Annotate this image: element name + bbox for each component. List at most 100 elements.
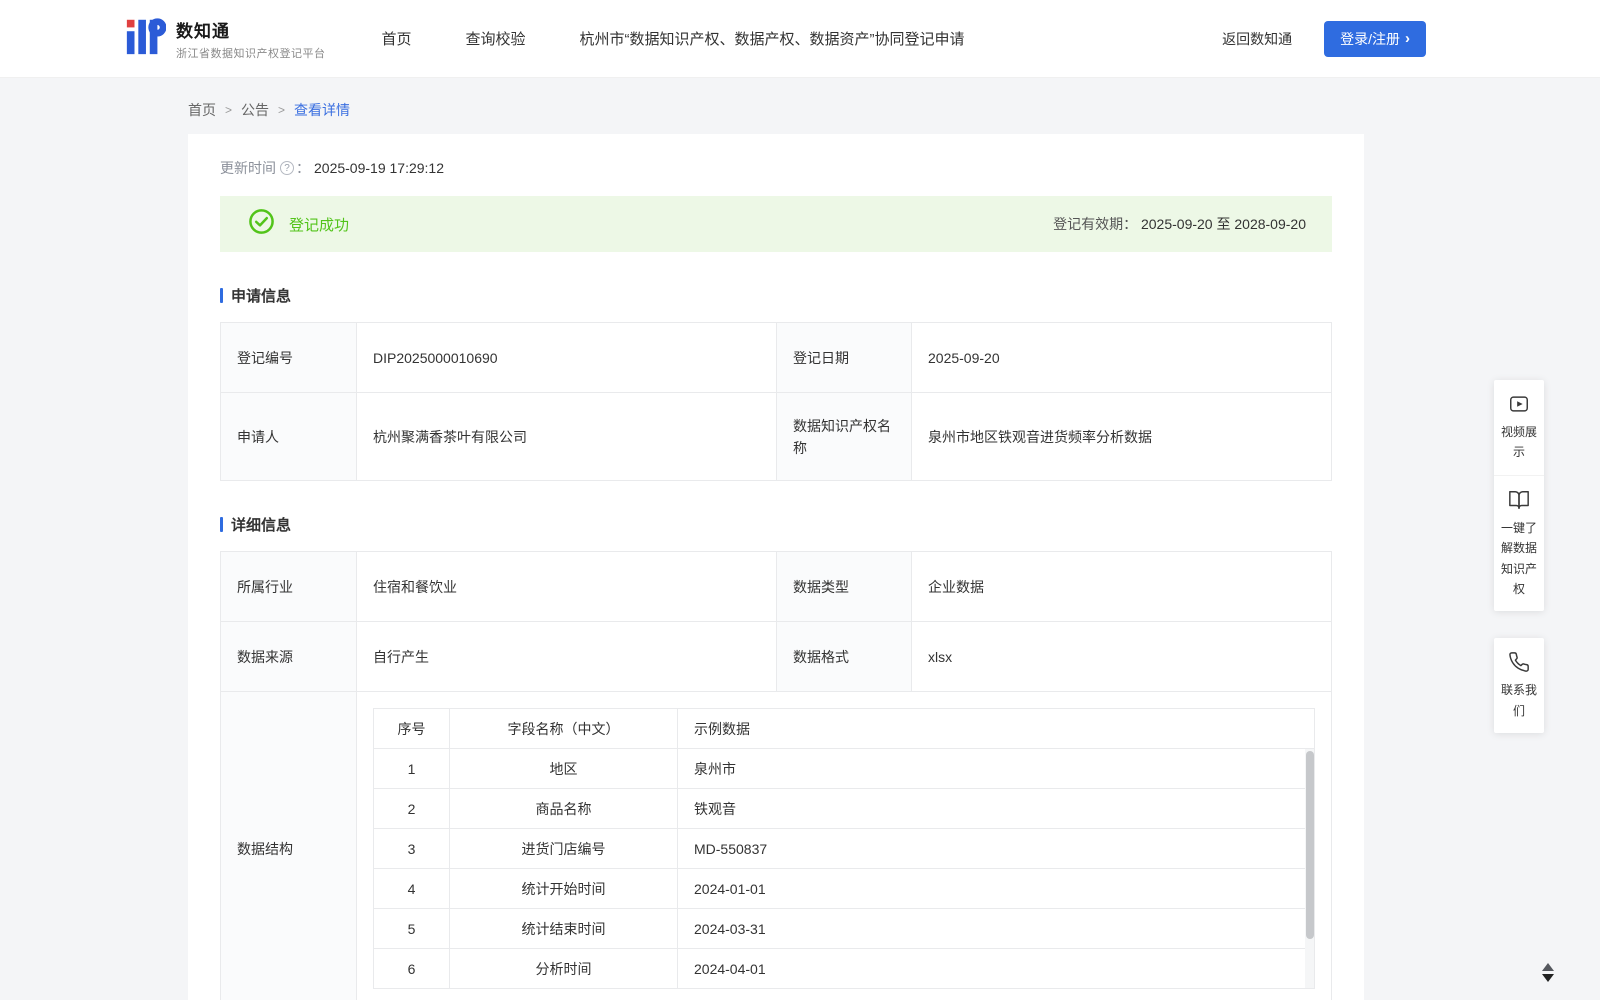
field-label: 所属行业 [220, 551, 357, 622]
breadcrumb-separator: > [278, 103, 286, 117]
field-label: 数据类型 [776, 551, 912, 622]
cell-sample: MD-550837 [677, 828, 1315, 869]
breadcrumb: 首页 > 公告 > 查看详情 [188, 100, 1600, 120]
section-title-text: 详细信息 [231, 517, 292, 534]
detail-info-table: 所属行业 住宿和餐饮业 数据类型 企业数据 数据来源 自行产生 数据格式 xls… [220, 551, 1332, 1000]
breadcrumb-current: 查看详情 [294, 102, 351, 118]
cell-index: 1 [373, 748, 450, 789]
field-label: 申请人 [220, 392, 357, 481]
cell-index: 2 [373, 788, 450, 829]
cell-sample: 2024-04-01 [677, 948, 1315, 989]
field-value: 企业数据 [911, 551, 1332, 622]
cell-sample: 2024-03-31 [677, 908, 1315, 949]
back-to-portal-link[interactable]: 返回数知通 [1222, 29, 1292, 49]
table-row: 1 地区 泉州市 [373, 748, 1315, 789]
section-title-text: 申请信息 [231, 288, 292, 305]
field-value: DIP2025000010690 [356, 322, 777, 393]
table-row: 4 统计开始时间 2024-01-01 [373, 868, 1315, 909]
field-label: 登记编号 [220, 322, 357, 393]
cell-field-name: 地区 [449, 748, 678, 789]
video-icon [1508, 393, 1530, 415]
page-scroll-widget [1542, 963, 1554, 982]
table-row: 5 统计结束时间 2024-03-31 [373, 908, 1315, 949]
table-row: 登记编号 DIP2025000010690 登记日期 2025-09-20 [220, 322, 1332, 393]
scrollbar-thumb[interactable] [1305, 751, 1314, 939]
table-row: 数据结构 序号 字段名称（中文） 示例数据 1 地区 泉州市 2 商品名称 铁观… [220, 691, 1332, 1000]
cell-sample: 2024-01-01 [677, 868, 1315, 909]
section-title-bar [220, 517, 223, 532]
application-info-table: 登记编号 DIP2025000010690 登记日期 2025-09-20 申请… [220, 322, 1332, 481]
table-row: 3 进货门店编号 MD-550837 [373, 828, 1315, 869]
table-row: 2 商品名称 铁观音 [373, 788, 1315, 829]
colon: ： [296, 160, 310, 176]
field-value: 自行产生 [356, 621, 777, 692]
section-title-bar [220, 288, 223, 303]
field-label: 登记日期 [776, 322, 912, 393]
help-question-icon[interactable] [280, 161, 294, 175]
field-label: 数据结构 [220, 691, 357, 1000]
table-header-row: 序号 字段名称（中文） 示例数据 [373, 708, 1315, 749]
chevron-right-icon: › [1405, 30, 1410, 47]
login-register-label: 登录/注册 [1340, 30, 1400, 47]
field-label: 数据格式 [776, 621, 912, 692]
cell-field-name: 分析时间 [449, 948, 678, 989]
column-header: 序号 [373, 708, 450, 749]
validity-period: 登记有效期： 2025-09-20 至 2028-09-20 [1053, 214, 1306, 234]
cell-field-name: 统计结束时间 [449, 908, 678, 949]
data-structure-table: 序号 字段名称（中文） 示例数据 1 地区 泉州市 2 商品名称 铁观音 3 进… [373, 708, 1315, 989]
table-row: 6 分析时间 2024-04-01 [373, 948, 1315, 989]
breadcrumb-announcements[interactable]: 公告 [241, 100, 269, 120]
login-register-button[interactable]: 登录/注册 › [1324, 20, 1426, 57]
success-check-icon [248, 208, 275, 240]
field-value: 泉州市地区铁观音进货频率分析数据 [911, 392, 1332, 481]
scroll-down-button[interactable] [1542, 974, 1554, 982]
main-nav: 首页 查询校验 杭州市“数据知识产权、数据产权、数据资产”协同登记申请 [382, 28, 965, 49]
table-row: 申请人 杭州聚满香茶叶有限公司 数据知识产权名称 泉州市地区铁观音进货频率分析数… [220, 392, 1332, 481]
scroll-up-button[interactable] [1542, 963, 1554, 971]
contact-us-button[interactable]: 联系我们 [1494, 638, 1544, 733]
site-logo[interactable]: 数知通 浙江省数据知识产权登记平台 [124, 15, 326, 62]
field-label: 数据知识产权名称 [776, 392, 912, 481]
logo-subtitle: 浙江省数据知识产权登记平台 [176, 47, 326, 60]
cell-field-name: 进货门店编号 [449, 828, 678, 869]
status-badge: 登记成功 [289, 216, 350, 234]
cell-index: 5 [373, 908, 450, 949]
field-value: 住宿和餐饮业 [356, 551, 777, 622]
float-item-label: 联系我们 [1500, 683, 1537, 718]
field-value: 杭州聚满香茶叶有限公司 [356, 392, 777, 481]
top-header: 数知通 浙江省数据知识产权登记平台 首页 查询校验 杭州市“数据知识产权、数据产… [0, 0, 1600, 78]
breadcrumb-separator: > [225, 103, 233, 117]
breadcrumb-home[interactable]: 首页 [188, 100, 216, 120]
floating-toolbar: 视频展示 一键了解数据知识产权 联系我们 [1494, 380, 1544, 734]
data-structure-cell: 序号 字段名称（中文） 示例数据 1 地区 泉州市 2 商品名称 铁观音 3 进… [356, 691, 1332, 1000]
update-time-row: 更新时间 ： 2025-09-19 17:29:12 [220, 158, 1332, 178]
section-title-details: 详细信息 [220, 514, 1332, 535]
video-showcase-button[interactable]: 视频展示 [1494, 380, 1544, 475]
cell-field-name: 统计开始时间 [449, 868, 678, 909]
logo-icon [124, 15, 167, 62]
field-value: xlsx [911, 621, 1332, 692]
float-item-label: 一键了解数据知识产权 [1500, 520, 1537, 596]
detail-card: 更新时间 ： 2025-09-19 17:29:12 登记成功 登记有效期： 2… [188, 134, 1364, 1000]
nav-item-query-verify[interactable]: 查询校验 [466, 28, 526, 49]
update-time-value: 2025-09-19 17:29:12 [314, 160, 444, 176]
section-title-application: 申请信息 [220, 285, 1332, 306]
phone-icon [1508, 651, 1530, 673]
data-structure-table-wrap: 序号 字段名称（中文） 示例数据 1 地区 泉州市 2 商品名称 铁观音 3 进… [373, 708, 1315, 989]
nav-item-hangzhou-registration[interactable]: 杭州市“数据知识产权、数据产权、数据资产”协同登记申请 [580, 28, 965, 49]
field-label: 数据来源 [220, 621, 357, 692]
field-value: 2025-09-20 [911, 322, 1332, 393]
learn-data-ip-button[interactable]: 一键了解数据知识产权 [1494, 474, 1544, 612]
nav-item-home[interactable]: 首页 [382, 28, 412, 49]
update-time-label: 更新时间 [220, 160, 276, 176]
inner-table-scrollbar[interactable] [1305, 749, 1314, 988]
cell-sample: 泉州市 [677, 748, 1315, 789]
registration-success-banner: 登记成功 登记有效期： 2025-09-20 至 2028-09-20 [220, 196, 1332, 252]
column-header: 示例数据 [677, 708, 1315, 749]
validity-label: 登记有效期： [1053, 216, 1138, 232]
validity-value: 2025-09-20 至 2028-09-20 [1140, 216, 1306, 232]
cell-index: 4 [373, 868, 450, 909]
cell-sample: 铁观音 [677, 788, 1315, 829]
table-row: 所属行业 住宿和餐饮业 数据类型 企业数据 [220, 551, 1332, 622]
table-row: 数据来源 自行产生 数据格式 xlsx [220, 621, 1332, 692]
